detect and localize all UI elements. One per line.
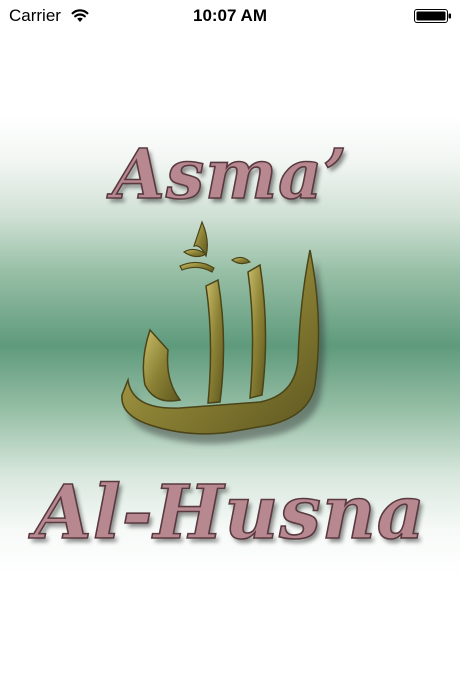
splash-artwork: Asma’ Al-Husna [0,115,460,577]
allah-calligraphy-logo [121,220,325,444]
title-asma: Asma’ [111,134,348,216]
title-al-husna: Al-Husna [34,469,426,557]
status-bar: Carrier 10:07 AM [0,0,460,32]
clock-time: 10:07 AM [192,6,267,25]
battery-icon [414,9,451,23]
